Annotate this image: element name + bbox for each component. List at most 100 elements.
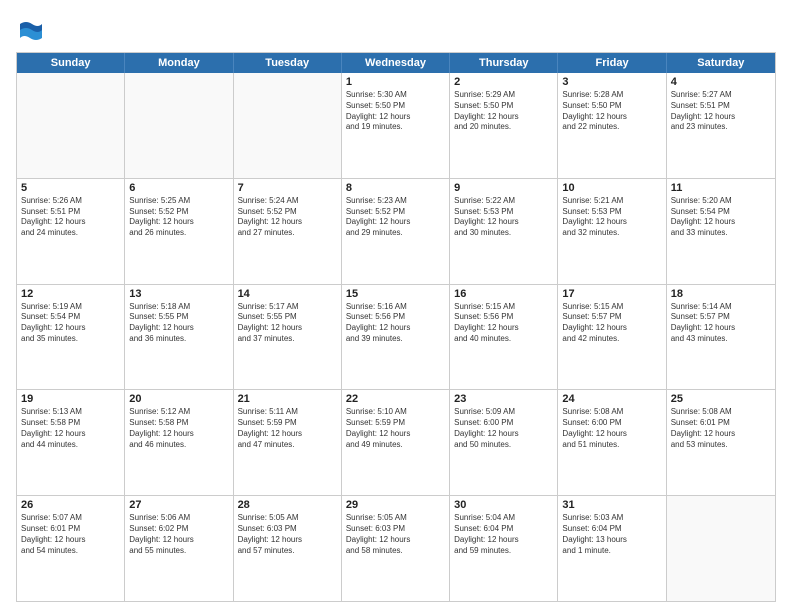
day-cell-6: 6 Sunrise: 5:25 AM Sunset: 5:52 PM Daylig…: [125, 179, 233, 284]
weekday-header-tuesday: Tuesday: [234, 53, 342, 73]
day-number: 7: [238, 182, 337, 194]
day-cell-30: 30 Sunrise: 5:04 AM Sunset: 6:04 PM Dayli…: [450, 496, 558, 601]
day-info: Sunrise: 5:10 AM Sunset: 5:59 PM Dayligh…: [346, 407, 445, 450]
day-cell-21: 21 Sunrise: 5:11 AM Sunset: 5:59 PM Dayli…: [234, 390, 342, 495]
day-info: Sunrise: 5:22 AM Sunset: 5:53 PM Dayligh…: [454, 196, 553, 239]
calendar-row-1: 1Sunrise: 5:30 AM Sunset: 5:50 PM Daylig…: [17, 73, 775, 179]
weekday-header-thursday: Thursday: [450, 53, 558, 73]
day-cell-13: 13Sunrise: 5:18 AM Sunset: 5:55 PM Dayli…: [125, 285, 233, 390]
day-number: 23: [454, 393, 553, 405]
day-info: Sunrise: 5:19 AM Sunset: 5:54 PM Dayligh…: [21, 302, 120, 345]
empty-cell-0-2: [234, 73, 342, 178]
day-info: Sunrise: 5:20 AM Sunset: 5:54 PM Dayligh…: [671, 196, 771, 239]
day-cell-22: 22 Sunrise: 5:10 AM Sunset: 5:59 PM Dayli…: [342, 390, 450, 495]
day-info: Sunrise: 5:05 AM Sunset: 6:03 PM Dayligh…: [238, 513, 337, 556]
day-cell-23: 23Sunrise: 5:09 AM Sunset: 6:00 PM Dayli…: [450, 390, 558, 495]
day-number: 2: [454, 76, 553, 88]
day-number: 19: [21, 393, 120, 405]
day-info: Sunrise: 5:15 AM Sunset: 5:56 PM Dayligh…: [454, 302, 553, 345]
day-cell-11: 11 Sunrise: 5:20 AM Sunset: 5:54 PM Dayli…: [667, 179, 775, 284]
weekday-header-wednesday: Wednesday: [342, 53, 450, 73]
day-info: Sunrise: 5:08 AM Sunset: 6:01 PM Dayligh…: [671, 407, 771, 450]
day-number: 28: [238, 499, 337, 511]
day-cell-14: 14Sunrise: 5:17 AM Sunset: 5:55 PM Dayli…: [234, 285, 342, 390]
day-info: Sunrise: 5:16 AM Sunset: 5:56 PM Dayligh…: [346, 302, 445, 345]
day-cell-1: 1Sunrise: 5:30 AM Sunset: 5:50 PM Daylig…: [342, 73, 450, 178]
day-cell-4: 4Sunrise: 5:27 AM Sunset: 5:51 PM Daylig…: [667, 73, 775, 178]
day-number: 9: [454, 182, 553, 194]
day-number: 17: [562, 288, 661, 300]
day-number: 31: [562, 499, 661, 511]
day-cell-5: 5Sunrise: 5:26 AM Sunset: 5:51 PM Daylig…: [17, 179, 125, 284]
day-cell-18: 18 Sunrise: 5:14 AM Sunset: 5:57 PM Dayli…: [667, 285, 775, 390]
day-info: Sunrise: 5:06 AM Sunset: 6:02 PM Dayligh…: [129, 513, 228, 556]
weekday-header-saturday: Saturday: [667, 53, 775, 73]
day-number: 29: [346, 499, 445, 511]
weekday-header-monday: Monday: [125, 53, 233, 73]
day-cell-16: 16 Sunrise: 5:15 AM Sunset: 5:56 PM Dayli…: [450, 285, 558, 390]
calendar-row-3: 12 Sunrise: 5:19 AM Sunset: 5:54 PM Dayli…: [17, 285, 775, 391]
day-number: 10: [562, 182, 661, 194]
day-number: 21: [238, 393, 337, 405]
day-number: 25: [671, 393, 771, 405]
day-number: 13: [129, 288, 228, 300]
day-info: Sunrise: 5:04 AM Sunset: 6:04 PM Dayligh…: [454, 513, 553, 556]
empty-cell-0-1: [125, 73, 233, 178]
day-cell-3: 3 Sunrise: 5:28 AM Sunset: 5:50 PM Daylig…: [558, 73, 666, 178]
day-number: 8: [346, 182, 445, 194]
day-number: 30: [454, 499, 553, 511]
header: [16, 16, 776, 44]
day-cell-25: 25 Sunrise: 5:08 AM Sunset: 6:01 PM Dayli…: [667, 390, 775, 495]
day-cell-19: 19 Sunrise: 5:13 AM Sunset: 5:58 PM Dayli…: [17, 390, 125, 495]
day-number: 5: [21, 182, 120, 194]
day-number: 16: [454, 288, 553, 300]
day-number: 26: [21, 499, 120, 511]
empty-cell-4-6: [667, 496, 775, 601]
day-cell-24: 24 Sunrise: 5:08 AM Sunset: 6:00 PM Dayli…: [558, 390, 666, 495]
logo-icon: [16, 16, 44, 44]
day-info: Sunrise: 5:24 AM Sunset: 5:52 PM Dayligh…: [238, 196, 337, 239]
day-number: 22: [346, 393, 445, 405]
day-number: 14: [238, 288, 337, 300]
day-number: 27: [129, 499, 228, 511]
day-cell-20: 20Sunrise: 5:12 AM Sunset: 5:58 PM Dayli…: [125, 390, 233, 495]
day-cell-15: 15Sunrise: 5:16 AM Sunset: 5:56 PM Dayli…: [342, 285, 450, 390]
day-info: Sunrise: 5:28 AM Sunset: 5:50 PM Dayligh…: [562, 90, 661, 133]
day-cell-28: 28 Sunrise: 5:05 AM Sunset: 6:03 PM Dayli…: [234, 496, 342, 601]
day-info: Sunrise: 5:14 AM Sunset: 5:57 PM Dayligh…: [671, 302, 771, 345]
day-cell-26: 26Sunrise: 5:07 AM Sunset: 6:01 PM Dayli…: [17, 496, 125, 601]
calendar-row-2: 5Sunrise: 5:26 AM Sunset: 5:51 PM Daylig…: [17, 179, 775, 285]
day-info: Sunrise: 5:30 AM Sunset: 5:50 PM Dayligh…: [346, 90, 445, 133]
logo: [16, 16, 48, 44]
day-cell-10: 10 Sunrise: 5:21 AM Sunset: 5:53 PM Dayli…: [558, 179, 666, 284]
page: SundayMondayTuesdayWednesdayThursdayFrid…: [0, 0, 792, 612]
day-info: Sunrise: 5:13 AM Sunset: 5:58 PM Dayligh…: [21, 407, 120, 450]
day-info: Sunrise: 5:15 AM Sunset: 5:57 PM Dayligh…: [562, 302, 661, 345]
day-number: 12: [21, 288, 120, 300]
day-cell-8: 8 Sunrise: 5:23 AM Sunset: 5:52 PM Daylig…: [342, 179, 450, 284]
day-info: Sunrise: 5:03 AM Sunset: 6:04 PM Dayligh…: [562, 513, 661, 556]
day-info: Sunrise: 5:23 AM Sunset: 5:52 PM Dayligh…: [346, 196, 445, 239]
day-info: Sunrise: 5:11 AM Sunset: 5:59 PM Dayligh…: [238, 407, 337, 450]
calendar-body: 1Sunrise: 5:30 AM Sunset: 5:50 PM Daylig…: [17, 73, 775, 601]
day-info: Sunrise: 5:25 AM Sunset: 5:52 PM Dayligh…: [129, 196, 228, 239]
day-number: 6: [129, 182, 228, 194]
day-number: 18: [671, 288, 771, 300]
day-info: Sunrise: 5:21 AM Sunset: 5:53 PM Dayligh…: [562, 196, 661, 239]
day-cell-31: 31 Sunrise: 5:03 AM Sunset: 6:04 PM Dayli…: [558, 496, 666, 601]
day-cell-27: 27 Sunrise: 5:06 AM Sunset: 6:02 PM Dayli…: [125, 496, 233, 601]
day-info: Sunrise: 5:12 AM Sunset: 5:58 PM Dayligh…: [129, 407, 228, 450]
day-number: 11: [671, 182, 771, 194]
day-info: Sunrise: 5:05 AM Sunset: 6:03 PM Dayligh…: [346, 513, 445, 556]
calendar-row-4: 19 Sunrise: 5:13 AM Sunset: 5:58 PM Dayli…: [17, 390, 775, 496]
day-cell-17: 17 Sunrise: 5:15 AM Sunset: 5:57 PM Dayli…: [558, 285, 666, 390]
empty-cell-0-0: [17, 73, 125, 178]
weekday-header-friday: Friday: [558, 53, 666, 73]
day-cell-2: 2Sunrise: 5:29 AM Sunset: 5:50 PM Daylig…: [450, 73, 558, 178]
day-number: 3: [562, 76, 661, 88]
day-cell-12: 12 Sunrise: 5:19 AM Sunset: 5:54 PM Dayli…: [17, 285, 125, 390]
day-info: Sunrise: 5:08 AM Sunset: 6:00 PM Dayligh…: [562, 407, 661, 450]
day-number: 24: [562, 393, 661, 405]
day-cell-9: 9 Sunrise: 5:22 AM Sunset: 5:53 PM Daylig…: [450, 179, 558, 284]
calendar-row-5: 26Sunrise: 5:07 AM Sunset: 6:01 PM Dayli…: [17, 496, 775, 601]
